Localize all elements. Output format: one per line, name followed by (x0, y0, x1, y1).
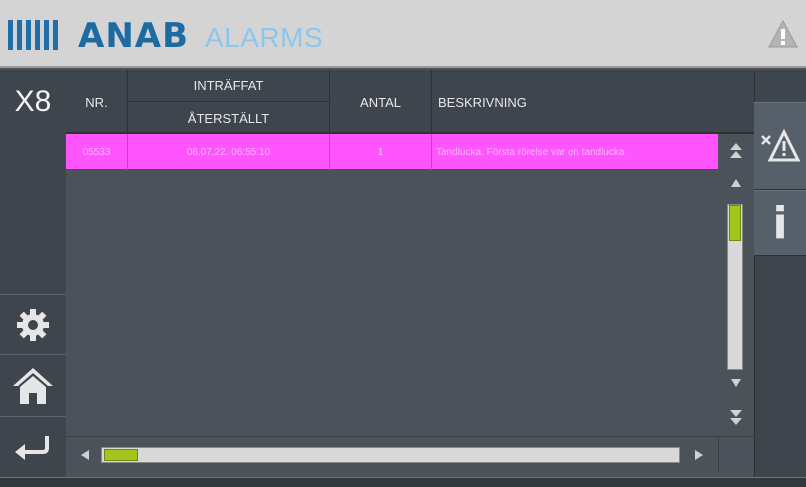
scroll-to-bottom-icon[interactable] (729, 408, 743, 426)
home-icon (13, 367, 53, 404)
back-button[interactable] (0, 416, 66, 476)
alarm-table-body: 05533 06.07.22. 06:55:10 1 Tandlucka. Fö… (66, 134, 718, 436)
column-header-time[interactable]: INTRÄFFAT ÅTERSTÄLLT (128, 70, 330, 134)
acknowledge-alarm-icon (761, 128, 800, 162)
info-icon: i (772, 197, 788, 249)
vertical-scroll-thumb[interactable] (729, 205, 741, 241)
return-arrow-icon (15, 435, 49, 460)
cell-time: 06.07.22. 06:55:10 (128, 134, 330, 170)
acknowledge-alarm-button[interactable] (754, 102, 806, 190)
scroll-left-icon[interactable] (80, 449, 90, 461)
home-button[interactable] (0, 354, 66, 416)
column-header-count[interactable]: ANTAL (330, 70, 432, 134)
scroll-up-icon[interactable] (730, 178, 742, 188)
cell-nr: 05533 (66, 134, 128, 170)
page-title: ALARMS (205, 22, 324, 53)
header-bar: ANAB ALARMS (0, 0, 806, 68)
column-header-nr[interactable]: NR. (66, 70, 128, 134)
station-label: X8 (14, 85, 52, 118)
horizontal-scroll-track[interactable] (101, 447, 680, 463)
alarm-table-header: NR. INTRÄFFAT ÅTERSTÄLLT ANTAL BESKRIVNI… (66, 70, 754, 134)
cell-count: 1 (330, 134, 432, 170)
table-row[interactable]: 05533 06.07.22. 06:55:10 1 Tandlucka. Fö… (66, 134, 718, 170)
vertical-scroll-track[interactable] (727, 204, 743, 370)
scroll-to-top-icon[interactable] (729, 142, 743, 160)
vertical-scrollbar[interactable] (718, 134, 754, 436)
scroll-down-icon[interactable] (730, 378, 742, 388)
alarms-screen: ANAB ALARMS X8 NR. INTRÄFFAT ÅTERSTÄLLT … (0, 0, 806, 487)
info-button[interactable]: i (754, 190, 806, 256)
scroll-corner (718, 436, 754, 472)
horizontal-scrollbar[interactable] (66, 436, 718, 472)
column-header-reset: ÅTERSTÄLLT (187, 110, 270, 126)
column-header-occurred: INTRÄFFAT (128, 70, 329, 102)
footer-bar (0, 477, 806, 487)
cell-description: Tandlucka. Första rörelse var en tandluc… (436, 146, 625, 158)
horizontal-scroll-thumb[interactable] (104, 449, 138, 461)
settings-button[interactable] (0, 294, 66, 354)
warning-triangle-icon[interactable] (768, 20, 798, 48)
brand-logo: ANAB (78, 16, 189, 56)
logo-bars (8, 20, 58, 50)
column-header-description[interactable]: BESKRIVNING (432, 70, 754, 134)
gear-icon (17, 308, 49, 341)
scroll-right-icon[interactable] (694, 449, 704, 461)
